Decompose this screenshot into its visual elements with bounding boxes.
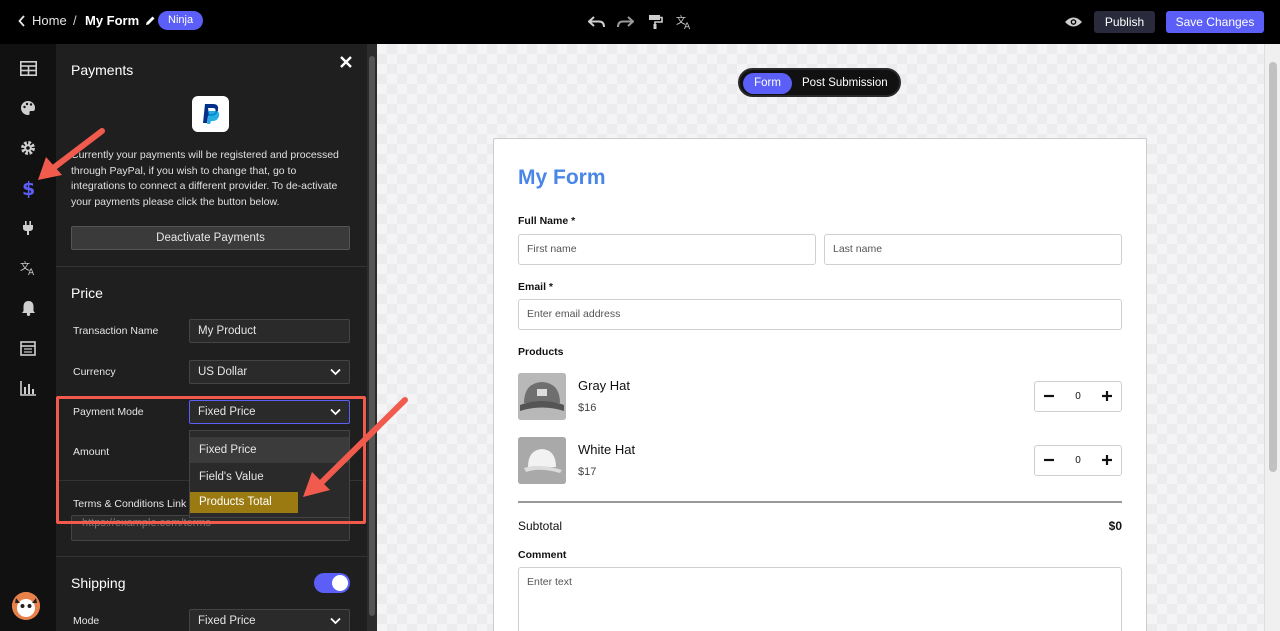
panel-scrollbar[interactable] [367, 44, 377, 631]
chevron-down-icon [330, 617, 341, 625]
divider [56, 266, 367, 267]
shipping-mode-label: Mode [73, 615, 100, 627]
translate-icon[interactable]: 文A [18, 258, 38, 278]
annotation-highlight-box [56, 396, 366, 524]
scrollbar-thumb[interactable] [1269, 62, 1277, 472]
shipping-mode-select[interactable]: Fixed Price [189, 609, 350, 631]
products-divider [518, 501, 1122, 503]
email-label: Email * [518, 281, 554, 293]
paypal-logo [192, 96, 229, 132]
publish-button[interactable]: Publish [1094, 11, 1155, 33]
panel-title: Payments [71, 62, 134, 78]
payments-panel: Payments Currently your payments will be… [56, 44, 367, 631]
tab-post-submission[interactable]: Post Submission [802, 73, 888, 94]
paint-roller-icon[interactable] [645, 12, 665, 32]
full-name-label: Full Name * [518, 215, 576, 227]
form-name: My Form [85, 13, 140, 28]
last-name-input[interactable]: Last name [824, 234, 1122, 265]
quantity-stepper: 0 [1034, 381, 1122, 412]
gear-icon[interactable] [18, 138, 38, 158]
breadcrumb-form[interactable]: My Form [85, 13, 156, 28]
form-preview: My Form Full Name * First name Last name… [493, 138, 1147, 631]
eye-icon[interactable] [1063, 12, 1083, 32]
toggle-knob [332, 575, 348, 591]
bar-chart-icon[interactable] [18, 378, 38, 398]
product-name: White Hat [578, 442, 636, 457]
save-changes-button[interactable]: Save Changes [1166, 11, 1264, 33]
currency-select[interactable]: US Dollar [189, 360, 350, 384]
tab-form[interactable]: Form [743, 73, 792, 94]
email-input[interactable]: Enter email address [518, 299, 1122, 330]
quantity-value[interactable]: 0 [1067, 446, 1089, 475]
subtotal-label: Subtotal [518, 519, 563, 533]
layout-icon[interactable] [18, 58, 38, 78]
breadcrumb-home[interactable]: Home [18, 13, 67, 28]
shipping-section-title: Shipping [71, 575, 126, 591]
comment-textarea[interactable]: Enter text [518, 567, 1122, 631]
form-title: My Form [518, 166, 606, 189]
scrollbar-thumb[interactable] [369, 56, 375, 616]
svg-text:A: A [28, 268, 35, 276]
currency-value: US Dollar [198, 366, 248, 378]
calendar-icon[interactable] [18, 338, 38, 358]
product-price: $17 [578, 466, 597, 478]
pencil-icon[interactable] [145, 15, 156, 26]
deactivate-payments-button[interactable]: Deactivate Payments [71, 226, 350, 250]
plus-icon[interactable] [1100, 453, 1114, 467]
price-section-title: Price [71, 285, 103, 301]
comment-label: Comment [518, 549, 567, 561]
product-name: Gray Hat [578, 378, 631, 393]
breadcrumb-separator: / [73, 13, 77, 28]
plug-icon[interactable] [18, 218, 38, 238]
shipping-mode-value: Fixed Price [198, 615, 256, 627]
bell-icon[interactable] [18, 298, 38, 318]
white-hat-image [518, 437, 566, 484]
plus-icon[interactable] [1100, 389, 1114, 403]
translate-icon[interactable]: 文A [674, 12, 694, 32]
view-tabs: Form Post Submission [738, 68, 901, 97]
minus-icon[interactable] [1042, 453, 1056, 467]
dollar-icon[interactable]: $ [18, 178, 38, 198]
canvas-scrollbar[interactable] [1264, 44, 1280, 631]
palette-icon[interactable] [18, 98, 38, 118]
quantity-stepper: 0 [1034, 445, 1122, 476]
breadcrumb-home-label: Home [32, 13, 67, 28]
divider [56, 556, 367, 557]
currency-label: Currency [73, 366, 116, 378]
plan-badge: Ninja [158, 11, 204, 30]
product-price: $16 [578, 402, 597, 414]
close-icon[interactable] [339, 55, 353, 69]
svg-text:$: $ [22, 178, 35, 198]
undo-icon[interactable] [587, 12, 607, 32]
gray-hat-image [518, 373, 566, 420]
avatar[interactable] [12, 592, 40, 620]
redo-icon[interactable] [615, 12, 635, 32]
transaction-name-label: Transaction Name [73, 325, 159, 337]
chevron-left-icon [18, 14, 25, 27]
products-label: Products [518, 346, 564, 358]
quantity-value[interactable]: 0 [1067, 382, 1089, 411]
shipping-toggle[interactable] [314, 573, 350, 593]
top-bar: Home / My Form Ninja 文A Publish Save Cha… [0, 0, 1280, 44]
minus-icon[interactable] [1042, 389, 1056, 403]
subtotal-value: $0 [1108, 519, 1122, 533]
svg-text:A: A [684, 22, 691, 30]
transaction-name-input[interactable]: My Product [189, 319, 350, 343]
left-rail: $ 文A [0, 44, 56, 631]
chevron-down-icon [330, 368, 341, 376]
payments-description: Currently your payments will be register… [71, 149, 339, 208]
first-name-input[interactable]: First name [518, 234, 816, 265]
